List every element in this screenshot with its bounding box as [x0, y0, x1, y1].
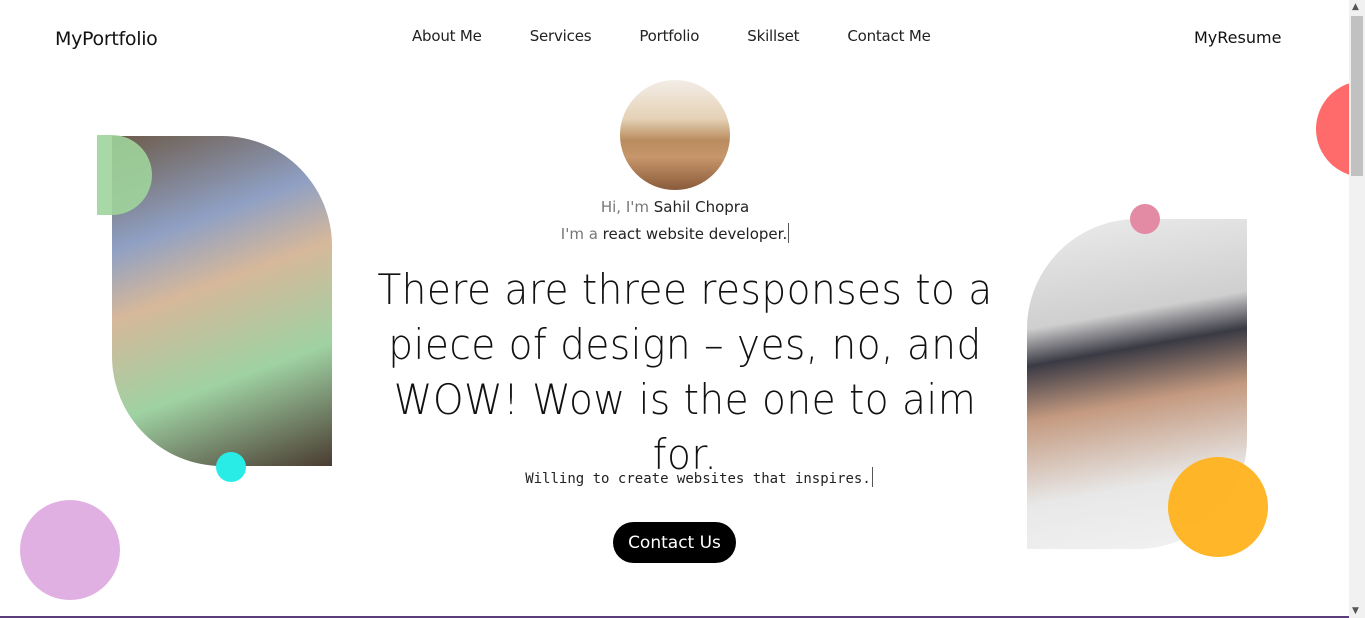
- profile-avatar: [620, 80, 730, 190]
- contact-us-button[interactable]: Contact Us: [613, 522, 736, 563]
- tagline-cursor: [871, 467, 873, 487]
- nav-contact-me[interactable]: Contact Me: [847, 27, 931, 45]
- role-line: I'm a react website developer.: [0, 223, 1350, 243]
- scroll-up-arrow-icon[interactable]: ▲: [1352, 2, 1359, 12]
- role-text: react website developer.: [602, 225, 788, 243]
- hero-quote: There are three responses to a piece of …: [377, 265, 993, 479]
- greeting-line: Hi, I'm Sahil Chopra: [0, 198, 1350, 216]
- nav-skillset[interactable]: Skillset: [747, 27, 799, 45]
- resume-link[interactable]: MyResume: [1194, 28, 1281, 47]
- brand-logo[interactable]: MyPortfolio: [55, 28, 158, 50]
- scrollbar-thumb[interactable]: [1351, 16, 1363, 176]
- main-nav: About Me Services Portfolio Skillset Con…: [412, 27, 931, 45]
- typing-cursor: [788, 223, 790, 243]
- page-scrollbar[interactable]: ▲ ▼: [1349, 0, 1365, 618]
- nav-portfolio[interactable]: Portfolio: [639, 27, 699, 45]
- nav-about-me[interactable]: About Me: [412, 27, 482, 45]
- greeting-prefix: Hi, I'm: [600, 198, 649, 216]
- developer-name: Sahil Chopra: [653, 198, 750, 216]
- hero-tagline: Willing to create websites that inspires…: [0, 467, 1365, 487]
- decor-circle-violet: [20, 500, 120, 600]
- role-prefix: I'm a: [560, 225, 598, 243]
- tagline-text: Willing to create websites that inspires…: [525, 471, 871, 487]
- nav-services[interactable]: Services: [530, 27, 592, 45]
- scroll-down-arrow-icon[interactable]: ▼: [1352, 606, 1359, 616]
